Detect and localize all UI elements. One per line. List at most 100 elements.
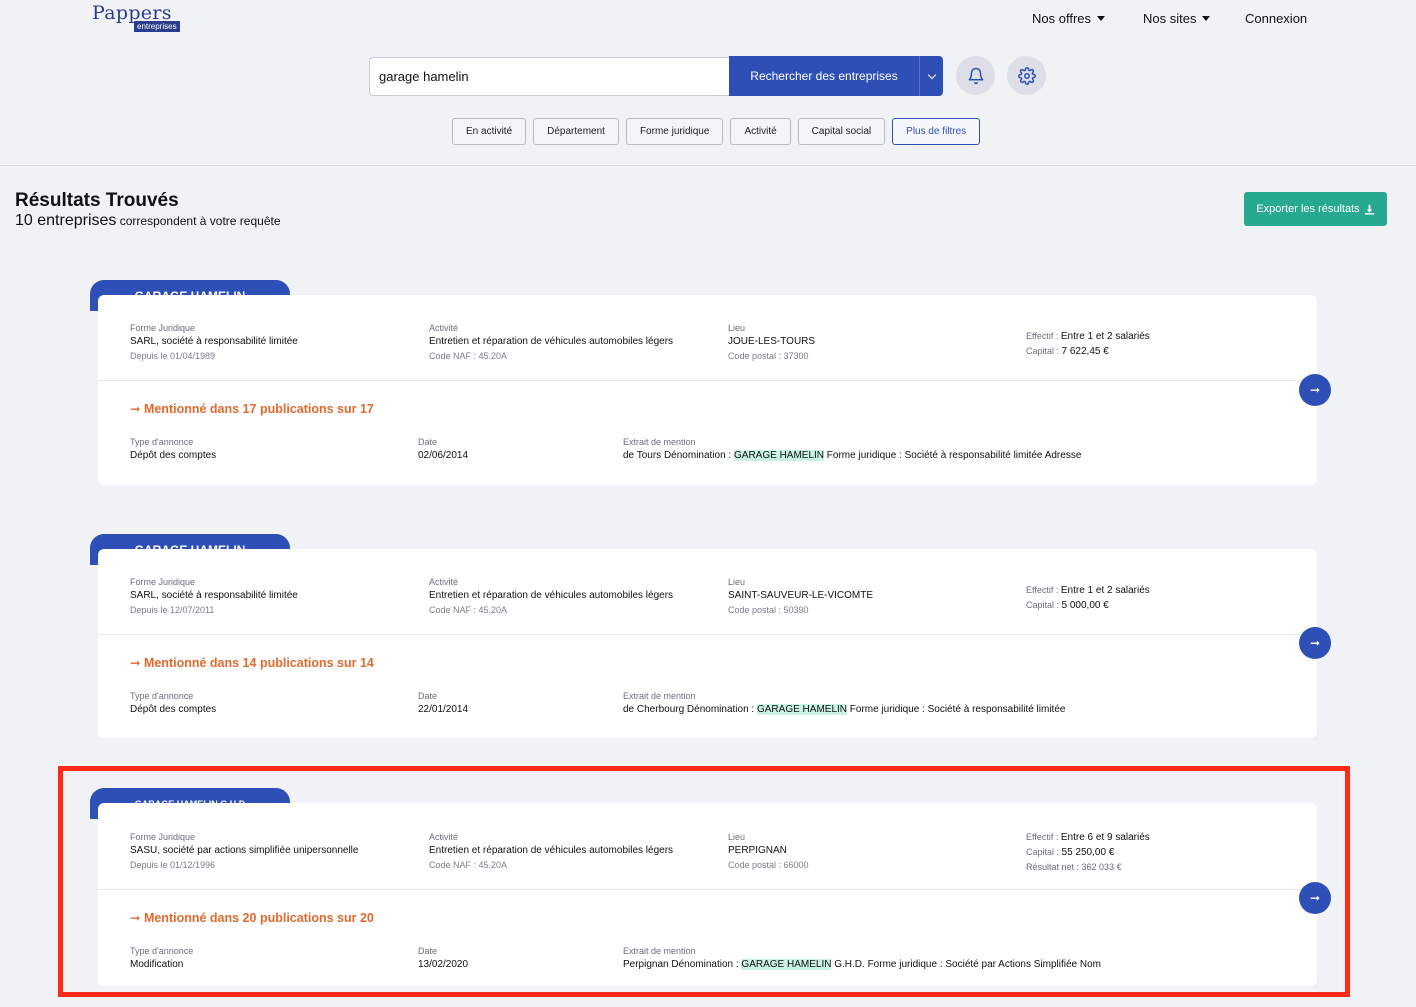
- date-label: Date: [418, 691, 438, 701]
- open-company-button[interactable]: ➞: [1299, 882, 1331, 914]
- lieu-label: Lieu: [728, 577, 746, 587]
- company-card: Forme Juridique SARL, société à responsa…: [98, 549, 1317, 738]
- filter-more[interactable]: Plus de filtres: [892, 118, 981, 145]
- extrait-highlight: GARAGE HAMELIN: [741, 959, 832, 970]
- extrait-column: Extrait de mention de Cherbourg Dénomina…: [623, 689, 1065, 717]
- date-value: 13/02/2020: [418, 959, 469, 970]
- activite-column: Activité Entretien et réparation de véhi…: [429, 321, 673, 363]
- forme-column: Forme Juridique SARL, société à responsa…: [130, 321, 298, 363]
- lieu-column: Lieu JOUE-LES-TOURS Code postal : 37300: [728, 321, 815, 363]
- card-divider: [98, 380, 1317, 381]
- naf-code: Code NAF : 45.20A: [429, 351, 508, 361]
- capital-label: Capital :: [1026, 346, 1062, 356]
- search-options-dropdown[interactable]: [919, 56, 943, 96]
- results-count-number: 10 entreprises: [15, 212, 117, 229]
- type-column: Type d'annonce Modification: [130, 944, 193, 972]
- lieu-value: PERPIGNAN: [728, 845, 787, 856]
- nav-sites-label: Nos sites: [1143, 10, 1197, 26]
- type-label: Type d'annonce: [130, 437, 194, 447]
- forme-value: SASU, société par actions simplifiée uni…: [130, 845, 359, 856]
- mention-link[interactable]: ➞ Mentionné dans 20 publications sur 20: [130, 910, 374, 925]
- naf-code: Code NAF : 45.20A: [429, 860, 508, 870]
- export-results-label: Exporter les résultats: [1256, 203, 1360, 215]
- open-company-button[interactable]: ➞: [1299, 374, 1331, 406]
- forme-label: Forme Juridique: [130, 832, 196, 842]
- forme-column: Forme Juridique SARL, société à responsa…: [130, 575, 298, 617]
- extrait-value: de Tours Dénomination : GARAGE HAMELIN F…: [623, 449, 1081, 463]
- activite-label: Activité: [429, 323, 459, 333]
- effectif-label: Effectif :: [1026, 585, 1061, 595]
- company-card: Forme Juridique SASU, société par action…: [98, 803, 1317, 986]
- extrait-label: Extrait de mention: [623, 691, 696, 701]
- logo-sub-text: entreprises: [134, 21, 180, 32]
- pappers-logo[interactable]: Pappers entreprises: [92, 2, 180, 32]
- card-divider: [98, 634, 1317, 635]
- nav-login[interactable]: Connexion: [1245, 10, 1307, 26]
- effectif-row: Effectif : Entre 1 et 2 salariés: [1026, 583, 1150, 598]
- search-button[interactable]: Rechercher des entreprises: [729, 56, 919, 96]
- capital-row: Capital : 55 250,00 €: [1026, 845, 1150, 860]
- arrow-right-icon: ➞: [1309, 636, 1321, 650]
- search-input[interactable]: [369, 57, 730, 96]
- postal-code: Code postal : 37300: [728, 351, 809, 361]
- activite-column: Activité Entretien et réparation de véhi…: [429, 830, 673, 872]
- date-column: Date 02/06/2014: [418, 435, 468, 463]
- extrait-suffix: Forme juridique : Société à responsabili…: [824, 450, 1082, 461]
- results-title: Résultats Trouvés: [15, 190, 179, 211]
- caret-down-icon: [1202, 15, 1211, 21]
- top-bar: Pappers entreprises Nos offres Nos sites…: [0, 0, 1416, 166]
- nav-offers[interactable]: Nos offres: [1032, 10, 1106, 26]
- card-divider: [98, 889, 1317, 890]
- open-company-button[interactable]: ➞: [1299, 627, 1331, 659]
- date-value: 22/01/2014: [418, 704, 469, 715]
- extrait-highlight: GARAGE HAMELIN: [734, 450, 825, 461]
- effectif-label: Effectif :: [1026, 832, 1061, 842]
- filter-en-activite[interactable]: En activité: [452, 118, 527, 145]
- type-value: Dépôt des comptes: [130, 450, 217, 461]
- lieu-column: Lieu SAINT-SAUVEUR-LE-VICOMTE Code posta…: [728, 575, 873, 617]
- filter-activite[interactable]: Activité: [730, 118, 791, 145]
- resultat-value: 362 033 €: [1081, 862, 1122, 872]
- effectif-value: Entre 6 et 9 salariés: [1060, 832, 1150, 843]
- resultat-row: Résultat net : 362 033 €: [1026, 860, 1150, 875]
- lieu-value: JOUE-LES-TOURS: [728, 336, 816, 347]
- finance-column: Effectif : Entre 6 et 9 salariés Capital…: [1026, 830, 1150, 875]
- forme-since: Depuis le 12/07/2011: [130, 605, 215, 615]
- mention-link[interactable]: ➞ Mentionné dans 14 publications sur 14: [130, 655, 374, 670]
- alerts-button[interactable]: [956, 56, 995, 95]
- settings-button[interactable]: [1007, 56, 1046, 95]
- company-card: Forme Juridique SARL, société à responsa…: [98, 295, 1317, 485]
- capital-value: 5 000,00 €: [1061, 600, 1109, 611]
- mention-link[interactable]: ➞ Mentionné dans 17 publications sur 17: [130, 401, 374, 416]
- type-column: Type d'annonce Dépôt des comptes: [130, 435, 216, 463]
- type-column: Type d'annonce Dépôt des comptes: [130, 689, 216, 717]
- extrait-value: Perpignan Dénomination : GARAGE HAMELIN …: [623, 958, 1101, 972]
- filter-departement[interactable]: Département: [533, 118, 619, 145]
- lieu-value: SAINT-SAUVEUR-LE-VICOMTE: [728, 590, 874, 601]
- filter-bar: En activité Département Forme juridique …: [452, 118, 981, 145]
- filter-capital-social[interactable]: Capital social: [797, 118, 886, 145]
- forme-column: Forme Juridique SASU, société par action…: [130, 830, 358, 872]
- results-count-suffix: correspondent à votre requête: [116, 214, 281, 228]
- results-count: 10 entreprises correspondent à votre req…: [15, 212, 281, 230]
- search-button-label: Rechercher des entreprises: [750, 69, 898, 83]
- nav-sites[interactable]: Nos sites: [1143, 10, 1211, 26]
- postal-code: Code postal : 66000: [728, 860, 809, 870]
- extrait-suffix: G.H.D. Forme juridique : Société par Act…: [831, 959, 1101, 970]
- forme-value: SARL, société à responsabilité limitée: [130, 336, 298, 347]
- activite-value: Entretien et réparation de véhicules aut…: [429, 845, 674, 856]
- extrait-column: Extrait de mention de Tours Dénomination…: [623, 435, 1081, 463]
- nav-offers-label: Nos offres: [1032, 10, 1092, 26]
- extrait-prefix: de Tours Dénomination :: [623, 450, 734, 461]
- effectif-value: Entre 1 et 2 salariés: [1060, 585, 1150, 596]
- date-label: Date: [418, 437, 438, 447]
- nav-login-label: Connexion: [1245, 10, 1308, 26]
- date-column: Date 22/01/2014: [418, 689, 468, 717]
- filter-forme-juridique[interactable]: Forme juridique: [625, 118, 724, 145]
- lieu-label: Lieu: [728, 832, 746, 842]
- extrait-column: Extrait de mention Perpignan Dénominatio…: [623, 944, 1101, 972]
- effectif-row: Effectif : Entre 1 et 2 salariés: [1026, 329, 1150, 344]
- extrait-label: Extrait de mention: [623, 437, 696, 447]
- capital-value: 7 622,45 €: [1061, 346, 1109, 357]
- export-results-button[interactable]: Exporter les résultats: [1244, 192, 1387, 226]
